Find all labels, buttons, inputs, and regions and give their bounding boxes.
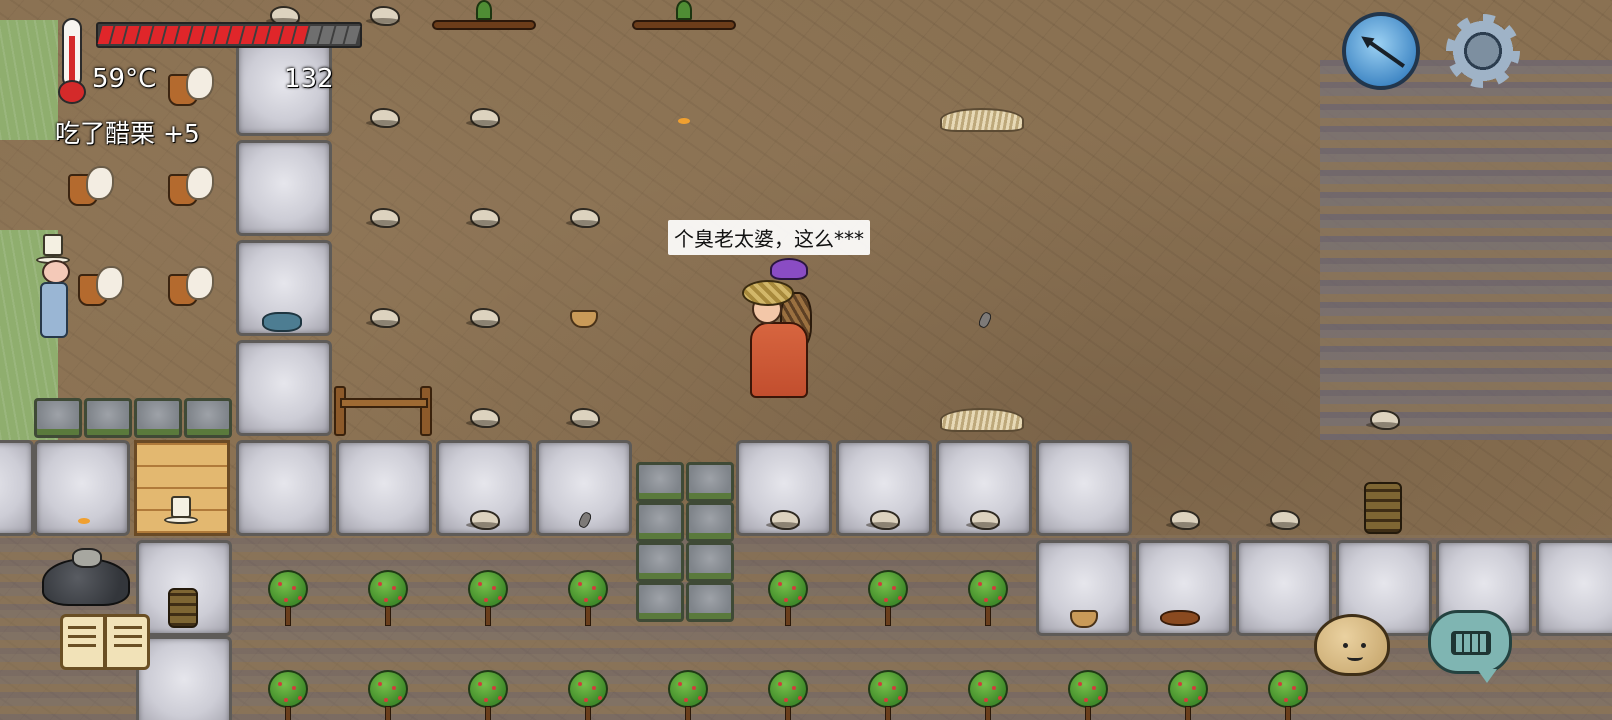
wooden-fence[interactable] — [334, 386, 434, 438]
mossy-stone-wall — [636, 582, 684, 622]
dropped-seed[interactable] — [78, 518, 90, 524]
stone-floor-tile — [236, 140, 332, 236]
flint-rock[interactable] — [366, 204, 402, 228]
grass-patch — [0, 20, 58, 140]
potato-emote-icon[interactable] — [1314, 614, 1390, 676]
flint-rock[interactable] — [366, 2, 402, 26]
keyboard-chat-icon[interactable] — [1428, 610, 1512, 683]
flint-rock[interactable] — [466, 104, 502, 128]
dry-grass-pile[interactable] — [940, 108, 1024, 132]
gooseberry-bush[interactable] — [966, 570, 1010, 630]
flint-rock[interactable] — [966, 506, 1002, 530]
flint-rock[interactable] — [1266, 506, 1302, 530]
stone-floor-tile — [1536, 540, 1612, 636]
gooseberry-bush[interactable] — [566, 570, 610, 630]
book-icon[interactable] — [58, 610, 154, 676]
stone-floor-tile — [236, 440, 332, 536]
stone-floor-tile — [336, 440, 432, 536]
game-world[interactable]: 个臭老太婆，这么*** — [0, 0, 1612, 720]
gooseberry-bush[interactable] — [266, 670, 310, 720]
gear-icon[interactable] — [1442, 10, 1524, 92]
mossy-stone-wall — [34, 398, 82, 438]
flint-rock[interactable] — [866, 506, 902, 530]
stone-floor-tile — [1236, 540, 1332, 636]
mossy-stone-wall — [686, 582, 734, 622]
gooseberry-bush[interactable] — [266, 570, 310, 630]
dry-grass-pile[interactable] — [940, 408, 1024, 432]
dropped-top-hat[interactable] — [164, 496, 198, 524]
mossy-stone-wall — [636, 502, 684, 542]
gooseberry-bush[interactable] — [466, 570, 510, 630]
mossy-stone-wall — [184, 398, 232, 438]
sharp-stone[interactable] — [977, 310, 993, 330]
flint-rock[interactable] — [366, 304, 402, 328]
gooseberry-bush[interactable] — [666, 670, 710, 720]
tree-stump[interactable] — [160, 266, 216, 310]
stone-floor-tile — [1036, 440, 1132, 536]
tree-stump[interactable] — [160, 166, 216, 210]
flint-rock[interactable] — [266, 2, 302, 26]
gooseberry-bush[interactable] — [766, 570, 810, 630]
gooseberry-bush[interactable] — [1066, 670, 1110, 720]
thermometer-icon — [55, 18, 89, 104]
stone-floor-tile — [236, 40, 332, 136]
gooseberry-bush[interactable] — [1166, 670, 1210, 720]
clay-bowl[interactable] — [570, 310, 598, 328]
mossy-stone-wall — [636, 462, 684, 502]
swamp-terrain — [1320, 60, 1612, 440]
gooseberry-bush[interactable] — [866, 670, 910, 720]
tree-stump[interactable] — [60, 166, 116, 210]
planted-seedling[interactable] — [632, 0, 736, 30]
dropped-clothing[interactable] — [262, 312, 302, 332]
woven-basket-container[interactable] — [1364, 482, 1402, 534]
flint-rock[interactable] — [566, 204, 602, 228]
gooseberry-bush[interactable] — [466, 670, 510, 720]
flint-rock[interactable] — [1366, 406, 1402, 430]
flint-rock[interactable] — [466, 404, 502, 428]
gooseberry-bush[interactable] — [366, 570, 410, 630]
gooseberry-bush[interactable] — [1266, 670, 1310, 720]
flint-rock[interactable] — [766, 506, 802, 530]
stone-pile-with-bucket[interactable] — [42, 548, 132, 606]
other-player-man-top-hat[interactable] — [36, 234, 80, 338]
mossy-stone-wall — [84, 398, 132, 438]
mossy-stone-wall — [686, 462, 734, 502]
mossy-stone-wall — [134, 398, 182, 438]
mossy-stone-wall — [686, 542, 734, 582]
gooseberry-bush[interactable] — [866, 570, 910, 630]
speech-bubble: 个臭老太婆，这么*** — [668, 220, 870, 255]
flint-rock[interactable] — [366, 104, 402, 128]
dropped-seed[interactable] — [678, 118, 690, 124]
gooseberry-bush[interactable] — [366, 670, 410, 720]
gooseberry-bush[interactable] — [566, 670, 610, 720]
flint-rock[interactable] — [566, 404, 602, 428]
gooseberry-bush[interactable] — [966, 670, 1010, 720]
flint-rock[interactable] — [466, 506, 502, 530]
tree-stump[interactable] — [160, 66, 216, 110]
player-character-old-woman[interactable] — [742, 258, 816, 402]
stone-floor-tile — [0, 440, 34, 536]
flint-rock[interactable] — [1166, 506, 1202, 530]
gooseberry-bush[interactable] — [766, 670, 810, 720]
mossy-stone-wall — [636, 542, 684, 582]
dung-pile[interactable] — [1160, 610, 1200, 626]
woven-basket-container[interactable] — [168, 588, 198, 628]
flint-rock[interactable] — [466, 304, 502, 328]
compass-icon[interactable] — [1342, 12, 1420, 90]
mossy-stone-wall — [686, 502, 734, 542]
planted-seedling[interactable] — [432, 0, 536, 30]
flint-rock[interactable] — [466, 204, 502, 228]
stone-floor-tile — [236, 340, 332, 436]
